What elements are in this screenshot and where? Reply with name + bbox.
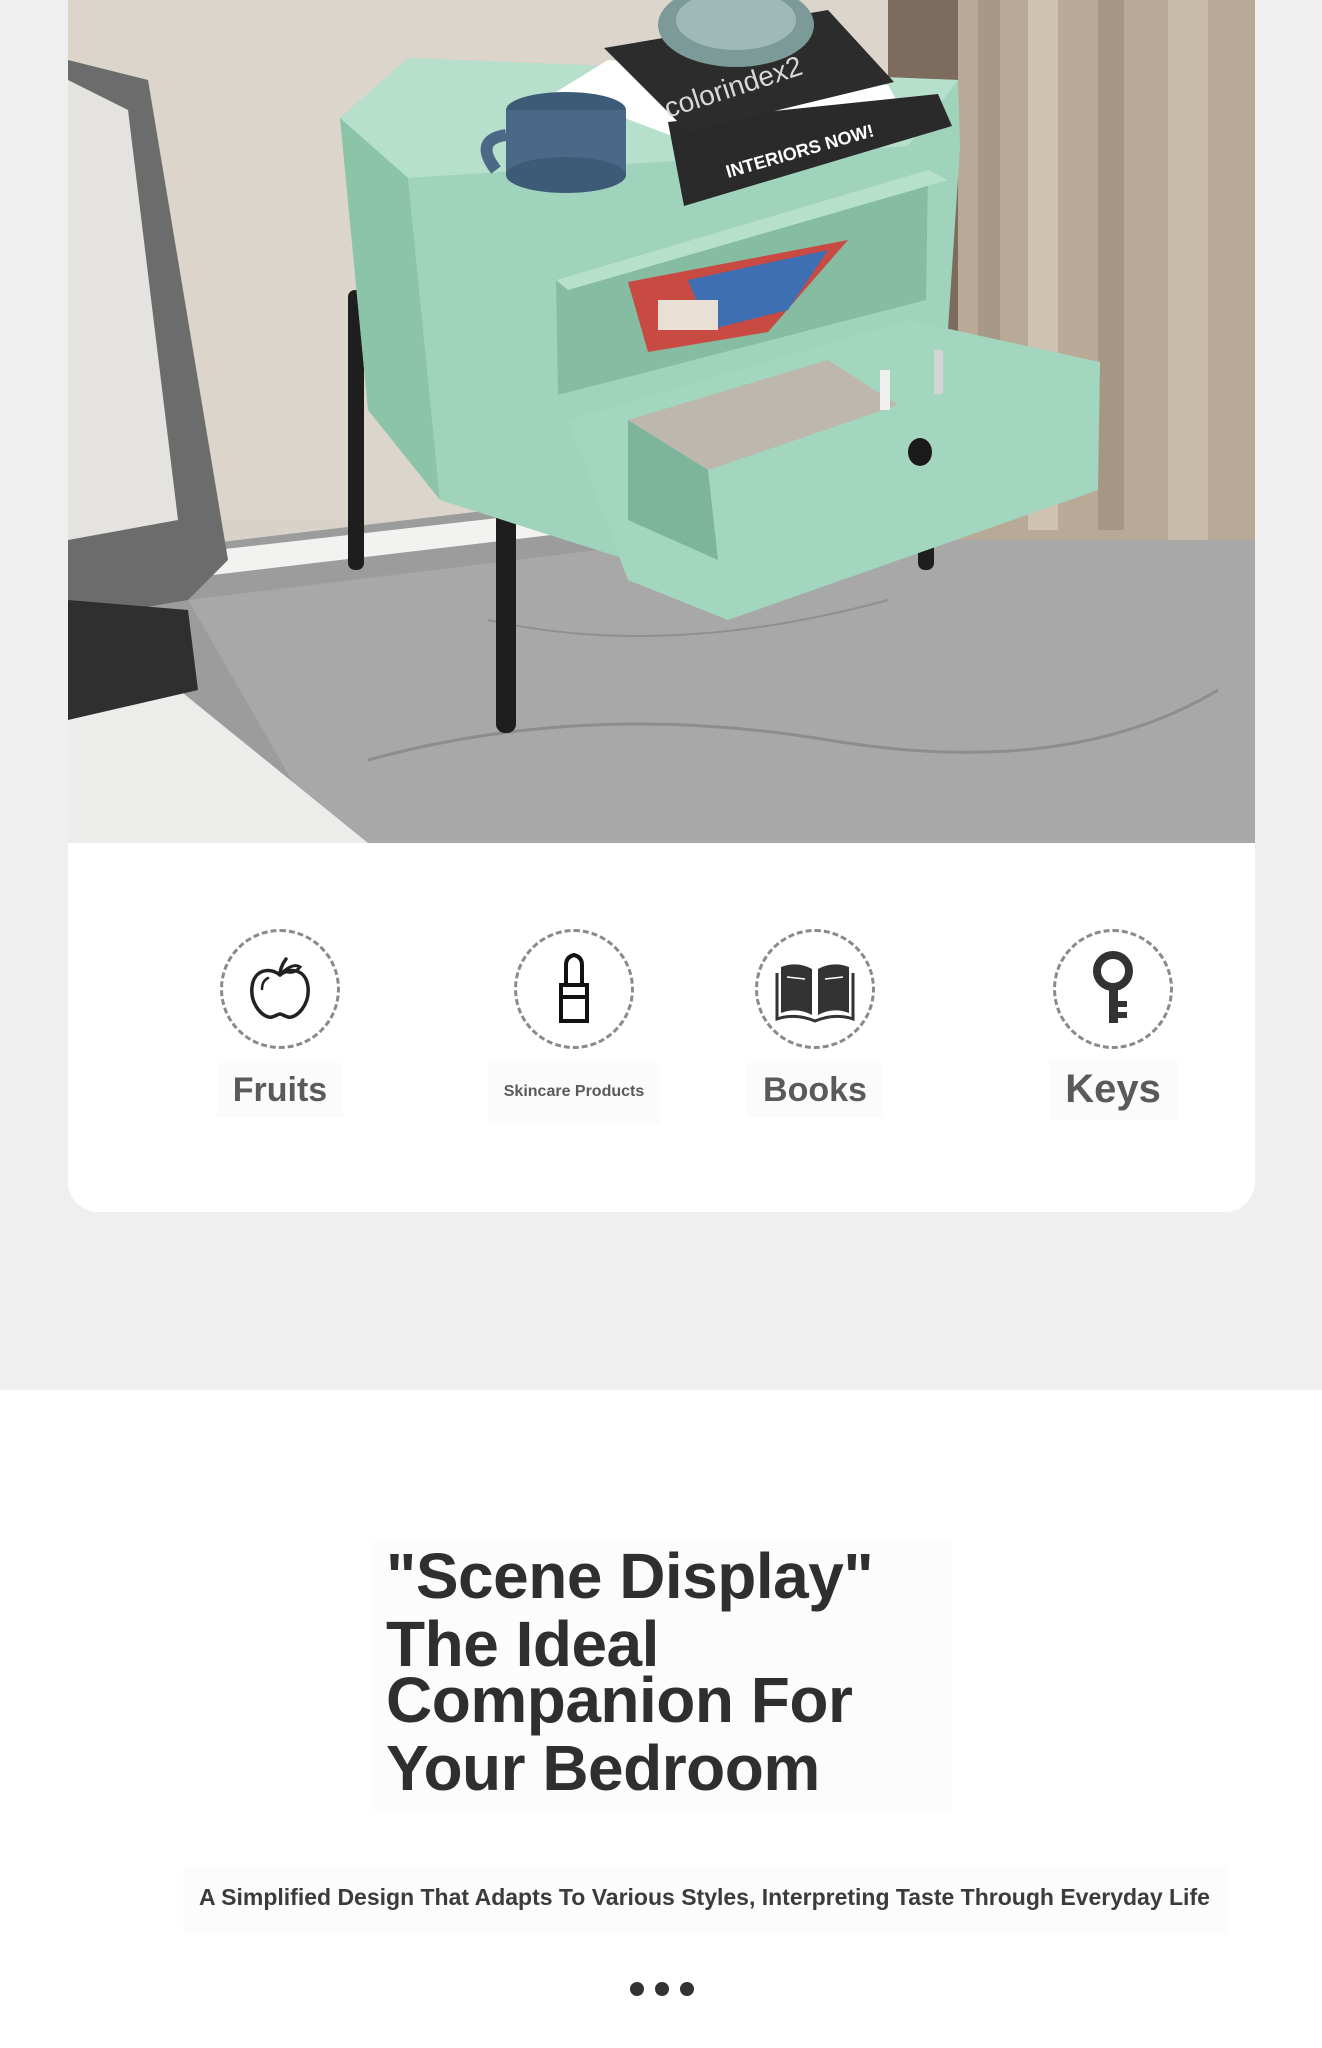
- use-item-books: Books: [695, 929, 935, 1149]
- scene-display-section: "Scene Display" The Ideal Companion For …: [0, 1390, 1322, 2048]
- dot: [680, 1982, 694, 1996]
- headline-block: "Scene Display" The Ideal Companion For …: [372, 1542, 952, 1810]
- subline-block: A Simplified Design That Adapts To Vario…: [183, 1866, 1229, 1934]
- use-item-skincare: Skincare Products: [454, 929, 694, 1149]
- key-icon: [1053, 929, 1173, 1049]
- product-card: INTERIORS NOW! colorindex2 Fruits Skinca…: [68, 0, 1255, 1212]
- use-item-keys: Keys: [993, 929, 1233, 1149]
- dot: [630, 1982, 644, 1996]
- bedside-cabinet-scene-image: INTERIORS NOW! colorindex2: [68, 0, 1255, 843]
- use-label: Fruits: [216, 1063, 344, 1118]
- section-headline: "Scene Display" The Ideal Companion For …: [386, 1540, 874, 1804]
- use-label: Skincare Products: [487, 1063, 661, 1123]
- use-item-fruits: Fruits: [160, 929, 400, 1149]
- headline-line: Companion For: [386, 1664, 853, 1736]
- use-label: Keys: [1049, 1059, 1177, 1120]
- dot: [655, 1982, 669, 1996]
- ellipsis-dots: [630, 1982, 694, 1996]
- headline-line: Your Bedroom: [386, 1732, 820, 1804]
- use-label: Books: [747, 1063, 883, 1118]
- headline-line: "Scene Display": [386, 1540, 874, 1612]
- open-book-icon-glyph: [775, 964, 855, 1023]
- apple-icon-glyph: [250, 957, 310, 1019]
- apple-icon: [220, 929, 340, 1049]
- key-icon-glyph: [1093, 951, 1133, 1023]
- section-subline: A Simplified Design That Adapts To Vario…: [199, 1884, 1210, 1910]
- lipstick-icon: [514, 929, 634, 1049]
- open-book-icon: [755, 929, 875, 1049]
- lipstick-icon-glyph: [559, 953, 589, 1023]
- storage-uses-row: Fruits Skincare Products Books Keys: [68, 843, 1255, 1212]
